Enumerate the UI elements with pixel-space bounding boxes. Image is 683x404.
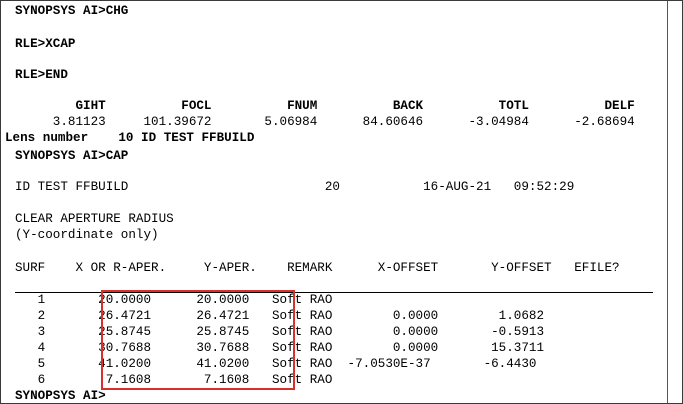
params-values: 3.81123 101.39672 5.06984 84.60646 -3.04… [15,115,635,129]
section-title: CLEAR APERTURE RADIUS [15,212,174,226]
aperture-highlight-box [101,290,295,390]
prompt-chg: SYNOPSYS AI>CHG [15,4,129,18]
params-header: GIHT FOCL FNUM BACK TOTL DELF [15,99,635,113]
command-end: RLE>END [15,68,68,82]
command-xcap: RLE>XCAP [15,37,76,51]
lens-number-line: Lens number 10 ID TEST FFBUILD [5,131,255,145]
prompt-cap: SYNOPSYS AI>CAP [15,149,129,163]
window-edge [667,1,668,403]
table-header: SURF X OR R-APER. Y-APER. REMARK X-OFFSE… [15,261,620,275]
final-prompt[interactable]: SYNOPSYS AI> [15,390,106,403]
section-subtitle: (Y-coordinate only) [15,228,159,242]
terminal-window[interactable]: SYNOPSYS AI>CHG RLE>XCAP RLE>END GIHT FO… [0,0,683,404]
id-line: ID TEST FFBUILD 20 16-AUG-21 09:52:29 [15,180,575,194]
